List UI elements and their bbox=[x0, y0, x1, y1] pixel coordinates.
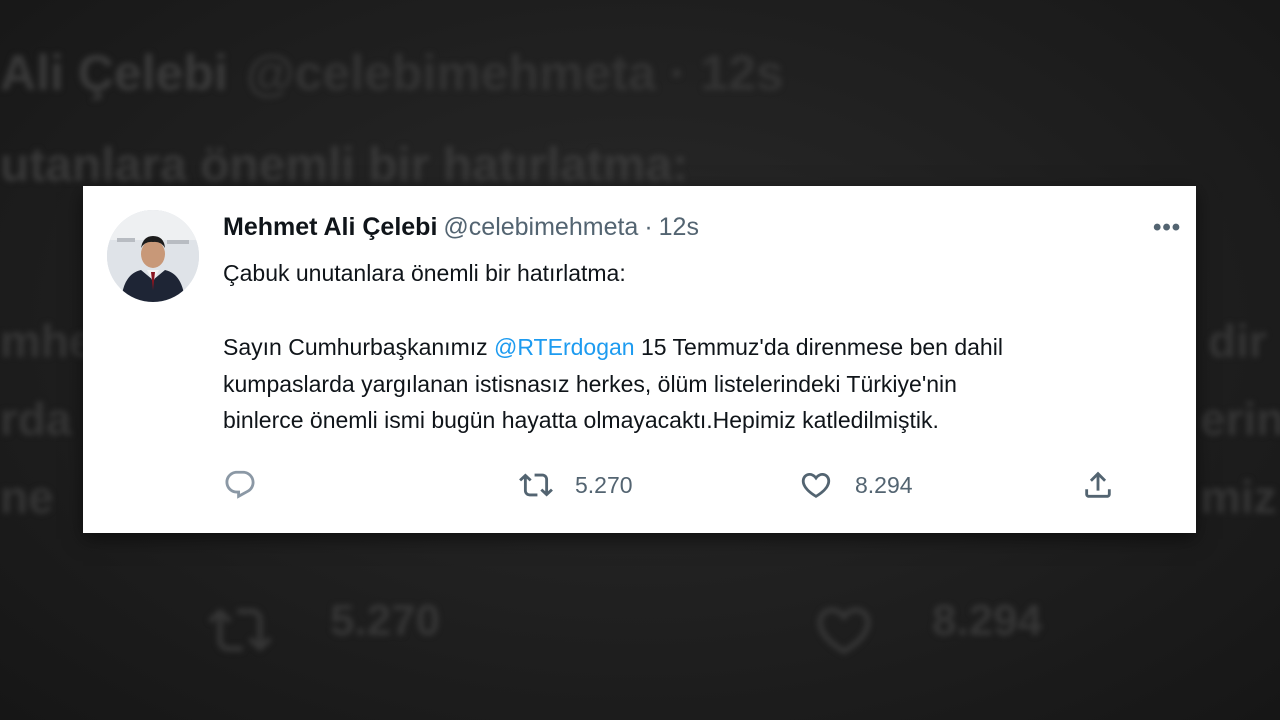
tweet-text-line: kumpaslarda yargılanan istisnasız herkes… bbox=[223, 371, 957, 397]
tweet-text-segment: 15 Temmuz'da direnmese ben dahil bbox=[634, 334, 1003, 360]
tweet-text-segment: Sayın Cumhurbaşkanımız bbox=[223, 334, 495, 360]
bg-author-name: Ali Çelebi bbox=[0, 45, 228, 101]
mention-link[interactable]: @RTErdogan bbox=[494, 334, 635, 360]
retweet-icon bbox=[519, 473, 553, 497]
bg-author-line: Ali Çelebi @celebimehmeta · 12s bbox=[0, 44, 784, 102]
bg-fragment: ne bbox=[0, 471, 54, 523]
tweet-text-line: Sayın Cumhurbaşkanımız @RTErdogan 15 Tem… bbox=[223, 329, 1003, 365]
avatar-photo bbox=[107, 210, 199, 302]
bg-fragment: miz bbox=[1200, 471, 1277, 523]
reply-button[interactable] bbox=[223, 468, 257, 502]
like-count: 8.294 bbox=[855, 471, 913, 498]
reply-icon bbox=[225, 470, 255, 499]
avatar[interactable] bbox=[107, 210, 199, 302]
bg-fragment: mhe bbox=[0, 315, 95, 367]
retweet-button[interactable]: 5.270 bbox=[519, 468, 633, 502]
author-name[interactable]: Mehmet Ali Çelebi bbox=[223, 213, 437, 241]
bg-text-line: utanlara önemli bir hatırlatma: bbox=[0, 139, 689, 192]
tweet-header: Mehmet Ali Çelebi @celebimehmeta · 12s bbox=[223, 213, 699, 242]
share-icon bbox=[1085, 471, 1111, 498]
author-handle[interactable]: @celebimehmeta bbox=[443, 213, 638, 241]
tweet-text-line: binlerce önemli ismi bugün hayatta olmay… bbox=[223, 407, 939, 433]
like-button[interactable]: 8.294 bbox=[799, 468, 913, 502]
bg-fragment: erin bbox=[1200, 393, 1280, 445]
header-separator: · bbox=[644, 213, 653, 241]
tweet-timestamp[interactable]: 12s bbox=[659, 213, 699, 241]
heart-icon bbox=[801, 472, 831, 498]
tweet-card[interactable]: Mehmet Ali Çelebi @celebimehmeta · 12s ••• … bbox=[83, 186, 1196, 533]
bg-like-count: 8.294 bbox=[932, 596, 1043, 645]
tweet-actions: 5.270 8.294 bbox=[223, 468, 1111, 504]
bg-retweet-icon bbox=[208, 608, 272, 652]
more-options-icon[interactable]: ••• bbox=[1153, 216, 1181, 240]
video-frame: Ali Çelebi @celebimehmeta · 12s utanlara … bbox=[0, 0, 1280, 720]
bg-author-handle: @celebimehmeta · 12s bbox=[245, 45, 784, 101]
tweet-text-line: Çabuk unutanlara önemli bir hatırlatma: bbox=[223, 260, 626, 286]
bg-fragment: rda bbox=[0, 393, 72, 445]
retweet-count: 5.270 bbox=[575, 471, 633, 498]
bg-fragment: dir bbox=[1208, 315, 1267, 367]
bg-heart-icon bbox=[817, 607, 871, 655]
share-button[interactable] bbox=[1081, 468, 1115, 502]
bg-retweet-count: 5.270 bbox=[330, 596, 441, 645]
